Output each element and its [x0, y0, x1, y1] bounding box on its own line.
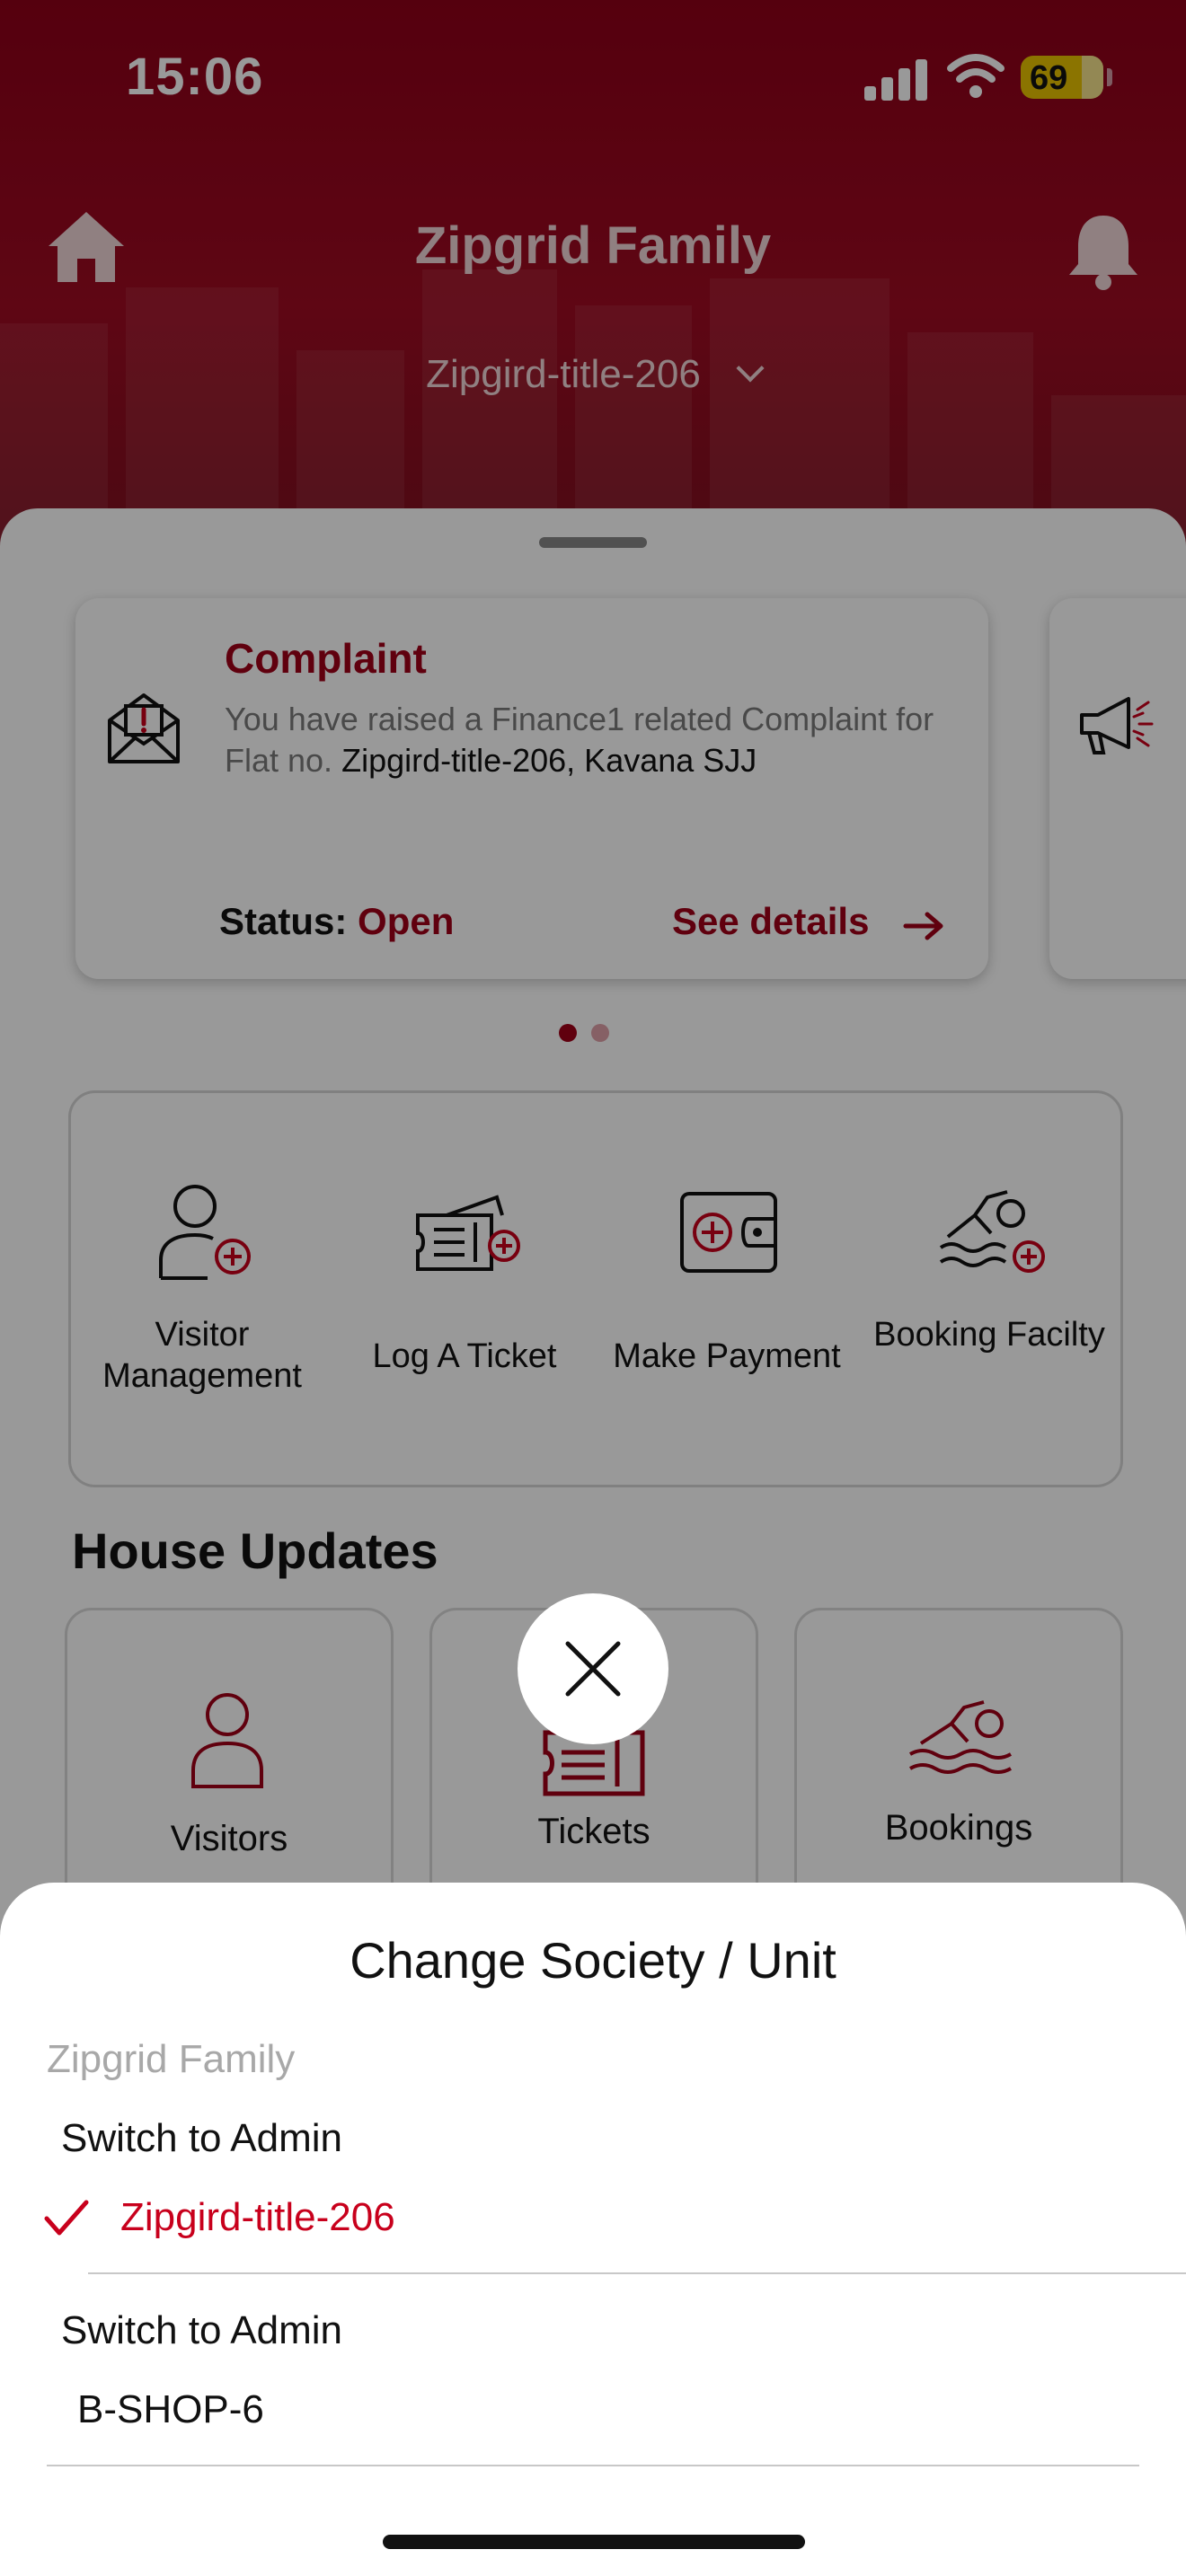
divider [88, 2272, 1186, 2274]
switch-to-admin-option[interactable]: Switch to Admin [61, 2116, 342, 2161]
divider-2 [47, 2465, 1139, 2466]
sheet-title: Change Society / Unit [350, 1932, 836, 1989]
switch-to-admin-option-2[interactable]: Switch to Admin [61, 2308, 342, 2353]
unit-option-selected[interactable]: Zipgird-title-206 [120, 2195, 395, 2240]
close-button[interactable] [518, 1593, 668, 1744]
society-group-label: Zipgrid Family [47, 2037, 296, 2081]
close-icon [565, 1641, 621, 1697]
check-icon [44, 2200, 89, 2236]
home-indicator [383, 2535, 805, 2549]
unit-option[interactable]: B-SHOP-6 [77, 2387, 264, 2432]
